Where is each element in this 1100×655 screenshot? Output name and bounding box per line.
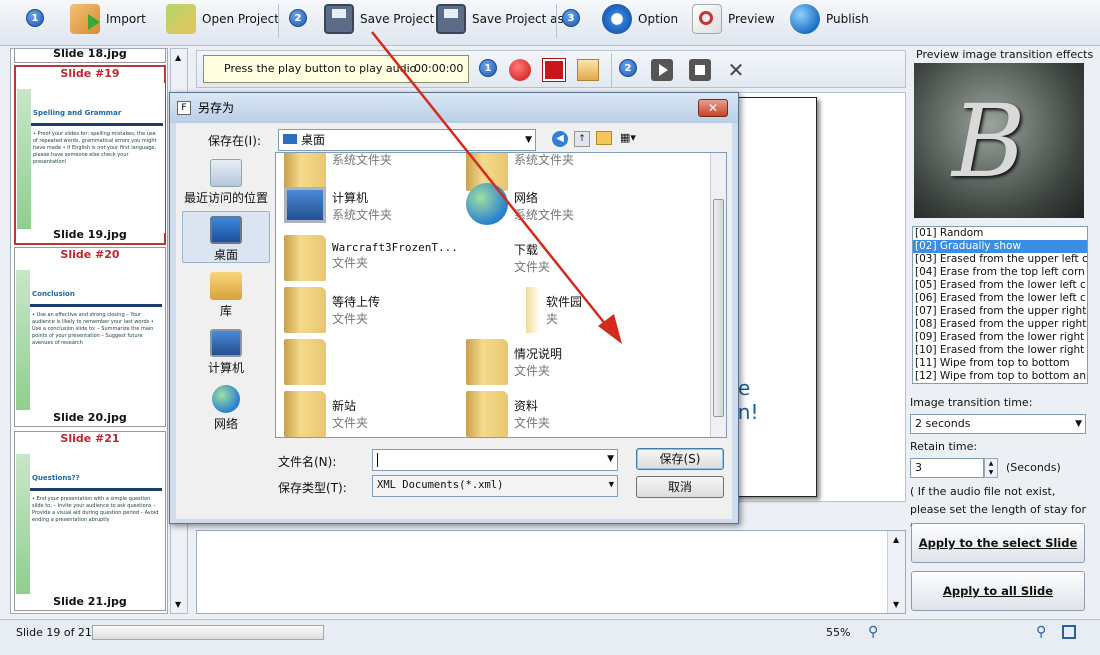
annotation-arrow	[371, 31, 622, 344]
annotation-arrow-shaft	[371, 31, 611, 331]
